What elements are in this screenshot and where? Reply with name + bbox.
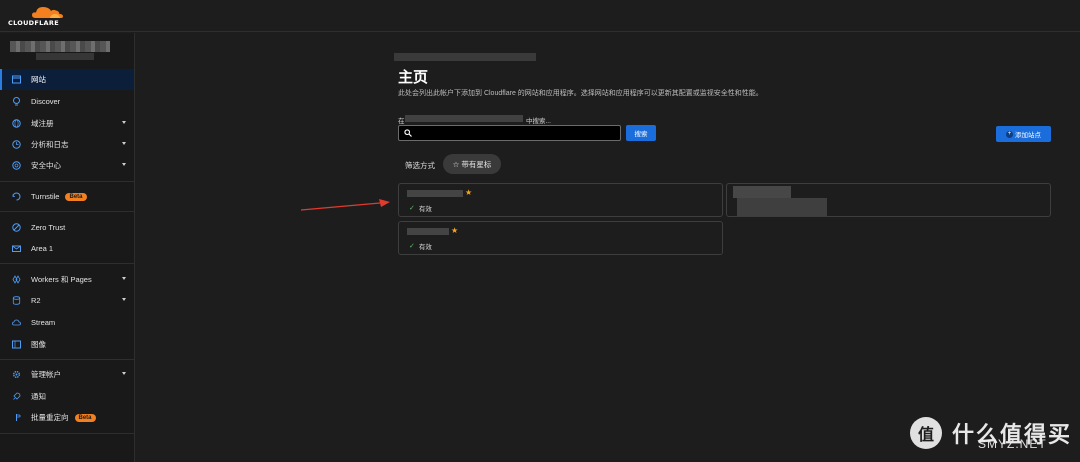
sidebar-item-label: Zero Trust	[31, 223, 66, 232]
sidebar-divider	[0, 211, 134, 212]
check-icon: ✓	[409, 205, 415, 212]
sidebar-item-label: 管理帐户	[31, 370, 61, 379]
site-status: ✓ 有效	[409, 203, 432, 213]
sidebar-item-security-center[interactable]: 安全中心	[0, 155, 134, 176]
radar-icon	[12, 161, 21, 170]
site-card[interactable]: ★ ✓ 有效	[398, 221, 723, 255]
workers-icon	[12, 275, 21, 284]
lightbulb-icon	[12, 97, 21, 106]
account-breadcrumb-redacted	[394, 53, 536, 61]
sidebar-item-label: 网站	[31, 75, 46, 84]
zero-trust-icon	[12, 223, 21, 232]
sidebar-item-label: Turnstile	[31, 192, 60, 201]
search-button[interactable]: 搜索	[626, 125, 656, 141]
sidebar-item-label: 域注册	[31, 119, 54, 128]
sidebar-item-label: R2	[31, 296, 41, 305]
watermark-logo: 值	[910, 417, 942, 449]
sidebar-item-label: 通知	[31, 392, 46, 401]
beta-badge: Beta	[74, 413, 96, 422]
search-prompt-start: 在	[398, 118, 405, 125]
sidebar-item-domain-registration[interactable]: 域注册	[0, 113, 134, 134]
sidebar-item-analytics[interactable]: 分析和日志	[0, 134, 134, 155]
sidebar-item-label: 图像	[31, 340, 46, 349]
sidebar-item-manage-account[interactable]: 管理帐户	[0, 364, 134, 385]
cloudflare-logo[interactable]: CLOUDFLARE	[8, 5, 68, 29]
sidebar-divider	[0, 359, 134, 360]
chevron-down-icon[interactable]	[122, 121, 126, 124]
site-status-redacted	[737, 198, 827, 216]
sidebar-item-turnstile[interactable]: Turnstile Beta	[0, 186, 134, 207]
site-card[interactable]: ★ ✓ 有效	[398, 183, 723, 217]
beta-badge: Beta	[65, 192, 87, 201]
site-card[interactable]	[726, 183, 1051, 217]
sidebar-item-stream[interactable]: Stream	[0, 312, 134, 333]
status-label: 有效	[418, 206, 432, 213]
sidebar-item-area-1[interactable]: Area 1	[0, 238, 134, 259]
chevron-down-icon[interactable]	[122, 277, 126, 280]
sidebar-item-label: 分析和日志	[31, 140, 69, 149]
annotation-arrow-icon	[300, 199, 390, 211]
site-name-redacted	[733, 186, 791, 198]
page-description: 此处会列出此帐户下添加到 Cloudflare 的网站和应用程序。选择网站和应用…	[398, 90, 763, 97]
starred-filter-chip[interactable]: ☆ 带有星标	[443, 154, 501, 174]
gear-icon	[12, 370, 21, 379]
sidebar-item-workers-pages[interactable]: Workers 和 Pages	[0, 269, 134, 290]
database-icon	[12, 296, 21, 305]
sidebar-divider	[0, 263, 134, 264]
search-input[interactable]	[398, 125, 621, 141]
status-label: 有效	[418, 244, 432, 251]
image-icon	[12, 340, 21, 349]
plus-icon: +	[1006, 130, 1013, 138]
account-name-redacted[interactable]	[10, 41, 110, 52]
chevron-down-icon[interactable]	[122, 372, 126, 375]
search-prompt-redacted	[405, 115, 523, 122]
cloud-logo-icon	[32, 7, 63, 18]
top-bar: CLOUDFLARE	[0, 0, 1080, 32]
page-title: 主页	[398, 69, 429, 86]
add-site-label: 添加站点	[1015, 132, 1041, 139]
star-icon[interactable]: ★	[451, 226, 458, 235]
main-content: 主页 此处会列出此帐户下添加到 Cloudflare 的网站和应用程序。选择网站…	[136, 33, 1080, 462]
logo-wordmark: CLOUDFLARE	[8, 19, 59, 27]
watermark-sub: SMYZ.NET	[978, 437, 1047, 451]
site-name-redacted	[407, 228, 449, 235]
sidebar-item-images[interactable]: 图像	[0, 334, 134, 355]
sidebar-item-bulk-redirects[interactable]: 批量重定向 Beta	[0, 407, 134, 428]
chevron-down-icon[interactable]	[122, 298, 126, 301]
sidebar: 网站 Discover 域注册 分析和日志 安全中心 Turnstile Bet…	[0, 33, 135, 462]
sidebar-item-label: 批量重定向	[31, 413, 69, 422]
cloud-icon	[12, 318, 21, 327]
rocket-icon	[12, 392, 21, 401]
check-icon: ✓	[409, 243, 415, 250]
sidebar-item-r2[interactable]: R2	[0, 290, 134, 311]
site-name-redacted	[407, 190, 463, 197]
chevron-down-icon[interactable]	[122, 163, 126, 166]
turnstile-icon	[12, 192, 21, 201]
account-id-redacted	[36, 53, 94, 60]
sidebar-item-discover[interactable]: Discover	[0, 91, 134, 112]
sidebar-divider	[0, 181, 134, 182]
sidebar-item-label: Area 1	[31, 244, 54, 253]
sidebar-item-notifications[interactable]: 通知	[0, 386, 134, 407]
mail-icon	[12, 244, 21, 253]
sidebar-item-zero-trust[interactable]: Zero Trust	[0, 217, 134, 238]
search-prompt-end: 中搜索...	[526, 118, 551, 125]
search-icon	[404, 129, 412, 137]
site-status: ✓ 有效	[409, 241, 432, 251]
globe-icon	[12, 119, 21, 128]
redirect-icon	[12, 413, 21, 422]
sidebar-item-label: 安全中心	[31, 161, 61, 170]
sidebar-item-label: Stream	[31, 318, 56, 327]
sidebar-item-label: Discover	[31, 97, 61, 106]
chevron-down-icon[interactable]	[122, 142, 126, 145]
star-icon[interactable]: ★	[465, 188, 472, 197]
add-site-button[interactable]: + 添加站点	[996, 126, 1051, 142]
sidebar-divider	[0, 433, 134, 434]
filter-label: 筛选方式	[405, 161, 435, 170]
sidebar-item-label: Workers 和 Pages	[31, 275, 92, 284]
sidebar-item-websites[interactable]: 网站	[0, 69, 134, 90]
clock-chart-icon	[12, 140, 21, 149]
browser-window-icon	[12, 75, 21, 84]
